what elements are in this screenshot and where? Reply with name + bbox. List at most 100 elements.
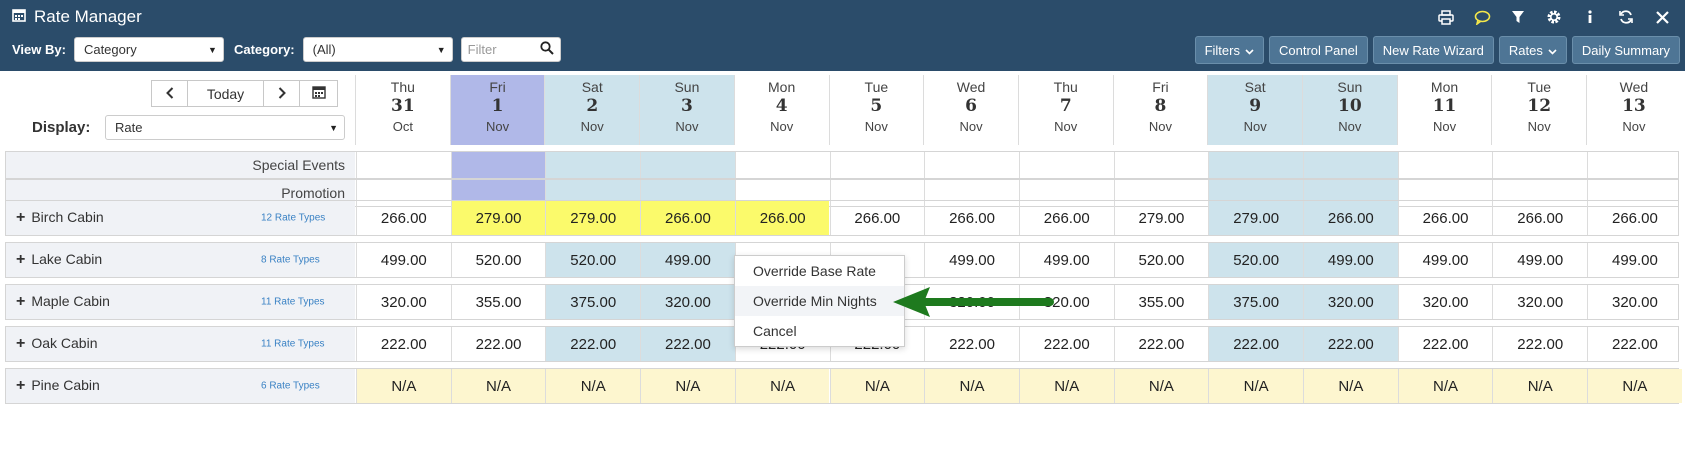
rate-cell[interactable] — [1492, 152, 1587, 178]
rate-cell[interactable]: N/A — [1492, 369, 1588, 403]
rate-cell[interactable]: 266.00 — [1397, 201, 1493, 235]
rate-cell[interactable] — [829, 152, 925, 178]
rate-cell[interactable]: 222.00 — [356, 327, 451, 361]
cabin-name[interactable]: + Birch Cabin — [16, 209, 104, 227]
rate-cell[interactable]: 320.00 — [1492, 285, 1587, 319]
refresh-icon[interactable] — [1615, 6, 1637, 28]
rate-cell[interactable]: N/A — [1208, 369, 1303, 403]
rate-cell[interactable]: N/A — [829, 369, 925, 403]
expand-icon[interactable]: + — [16, 251, 25, 268]
day-header[interactable]: Sun 10 Nov — [1302, 75, 1397, 145]
context-menu-item[interactable]: Override Base Rate — [735, 256, 904, 286]
context-menu-item[interactable]: Override Min Nights — [735, 286, 904, 316]
rate-cell[interactable]: 266.00 — [1303, 201, 1398, 235]
rate-cell[interactable]: 320.00 — [1397, 285, 1493, 319]
day-header[interactable]: Sat 9 Nov — [1207, 75, 1302, 145]
rate-cell[interactable]: 279.00 — [450, 201, 546, 235]
rate-cell[interactable]: 266.00 — [356, 201, 451, 235]
rate-cell[interactable]: 266.00 — [1587, 201, 1682, 235]
rate-cell[interactable] — [450, 152, 546, 178]
rate-cell[interactable]: 520.00 — [545, 243, 641, 277]
daily-summary-button[interactable]: Daily Summary — [1571, 36, 1680, 64]
display-select[interactable]: Rate ▼ — [105, 115, 345, 140]
rate-cell[interactable]: 499.00 — [356, 243, 451, 277]
rate-cell[interactable]: 520.00 — [1113, 243, 1209, 277]
rate-cell[interactable]: 222.00 — [1208, 327, 1303, 361]
rate-cell[interactable]: 222.00 — [1492, 327, 1587, 361]
rate-cell[interactable]: 499.00 — [924, 243, 1019, 277]
rate-cell[interactable]: 520.00 — [450, 243, 546, 277]
rate-cell[interactable]: 279.00 — [1208, 201, 1303, 235]
rate-cell[interactable]: N/A — [545, 369, 641, 403]
rate-cell[interactable]: 222.00 — [1303, 327, 1398, 361]
close-icon[interactable] — [1651, 6, 1673, 28]
cabin-name[interactable]: + Pine Cabin — [16, 377, 100, 395]
rates-button[interactable]: Rates — [1498, 36, 1567, 64]
rate-cell[interactable]: 222.00 — [450, 327, 546, 361]
rate-cell[interactable]: N/A — [1303, 369, 1398, 403]
rate-cell[interactable]: N/A — [924, 369, 1019, 403]
rate-cell[interactable]: 279.00 — [1113, 201, 1209, 235]
rate-cell[interactable] — [640, 152, 735, 178]
today-button[interactable]: Today — [187, 80, 264, 107]
rate-cell[interactable]: 266.00 — [1018, 201, 1114, 235]
filter-input[interactable]: Filter — [460, 37, 561, 62]
expand-icon[interactable]: + — [16, 335, 25, 352]
view-by-select[interactable]: Category ▼ — [73, 37, 224, 62]
rate-cell[interactable] — [924, 152, 1019, 178]
day-header[interactable]: Mon 11 Nov — [1396, 75, 1492, 145]
rate-cell[interactable]: 222.00 — [1587, 327, 1682, 361]
rate-cell[interactable]: 320.00 — [356, 285, 451, 319]
day-header[interactable]: Sun 3 Nov — [639, 75, 734, 145]
rate-cell[interactable]: 266.00 — [640, 201, 735, 235]
rate-cell[interactable]: 222.00 — [1397, 327, 1493, 361]
rate-cell[interactable]: 375.00 — [545, 285, 641, 319]
rate-cell[interactable]: N/A — [356, 369, 451, 403]
rate-cell[interactable] — [1208, 152, 1303, 178]
rate-types-link[interactable]: 6 Rate Types — [261, 381, 320, 392]
comment-icon[interactable] — [1471, 6, 1493, 28]
rate-types-link[interactable]: 12 Rate Types — [261, 213, 325, 224]
rate-cell[interactable]: 355.00 — [450, 285, 546, 319]
rate-types-link[interactable]: 11 Rate Types — [261, 339, 325, 350]
day-header[interactable]: Tue 5 Nov — [828, 75, 924, 145]
day-header[interactable]: Wed 13 Nov — [1586, 75, 1681, 145]
rate-cell[interactable]: N/A — [1018, 369, 1114, 403]
day-header[interactable]: Thu 7 Nov — [1017, 75, 1113, 145]
rate-cell[interactable]: 222.00 — [545, 327, 641, 361]
rate-cell[interactable]: N/A — [1397, 369, 1493, 403]
rate-cell[interactable]: 222.00 — [1018, 327, 1114, 361]
rate-cell[interactable]: 499.00 — [1303, 243, 1398, 277]
rate-cell[interactable]: 279.00 — [545, 201, 641, 235]
rate-cell[interactable]: 266.00 — [829, 201, 925, 235]
rate-cell[interactable]: 266.00 — [1492, 201, 1587, 235]
day-header[interactable]: Tue 12 Nov — [1491, 75, 1586, 145]
rate-cell[interactable]: 266.00 — [734, 201, 830, 235]
rate-cell[interactable]: 499.00 — [1587, 243, 1682, 277]
rate-cell[interactable]: 355.00 — [1113, 285, 1209, 319]
day-header[interactable]: Sat 2 Nov — [544, 75, 640, 145]
rate-cell[interactable] — [1303, 152, 1398, 178]
rate-cell[interactable]: 499.00 — [640, 243, 735, 277]
day-header[interactable]: Thu 31 Oct — [355, 75, 450, 145]
rate-types-link[interactable]: 8 Rate Types — [261, 255, 320, 266]
expand-icon[interactable]: + — [16, 377, 25, 394]
rate-cell[interactable]: 320.00 — [1587, 285, 1682, 319]
print-icon[interactable] — [1435, 6, 1457, 28]
filter-icon[interactable] — [1507, 6, 1529, 28]
new-rate-wizard-button[interactable]: New Rate Wizard — [1372, 36, 1494, 64]
rate-cell[interactable] — [545, 152, 641, 178]
cabin-name[interactable]: + Lake Cabin — [16, 251, 102, 269]
rate-cell[interactable] — [356, 152, 451, 178]
rate-cell[interactable]: 222.00 — [1113, 327, 1209, 361]
category-select[interactable]: (All) ▼ — [302, 37, 453, 62]
rate-cell[interactable] — [1018, 152, 1114, 178]
rate-cell[interactable]: 222.00 — [924, 327, 1019, 361]
day-header[interactable]: Mon 4 Nov — [733, 75, 829, 145]
rate-types-link[interactable]: 11 Rate Types — [261, 297, 325, 308]
rate-cell[interactable]: N/A — [1587, 369, 1682, 403]
control-panel-button[interactable]: Control Panel — [1268, 36, 1368, 64]
next-button[interactable] — [263, 80, 300, 107]
rate-cell[interactable]: N/A — [734, 369, 830, 403]
rate-cell[interactable]: 320.00 — [640, 285, 735, 319]
